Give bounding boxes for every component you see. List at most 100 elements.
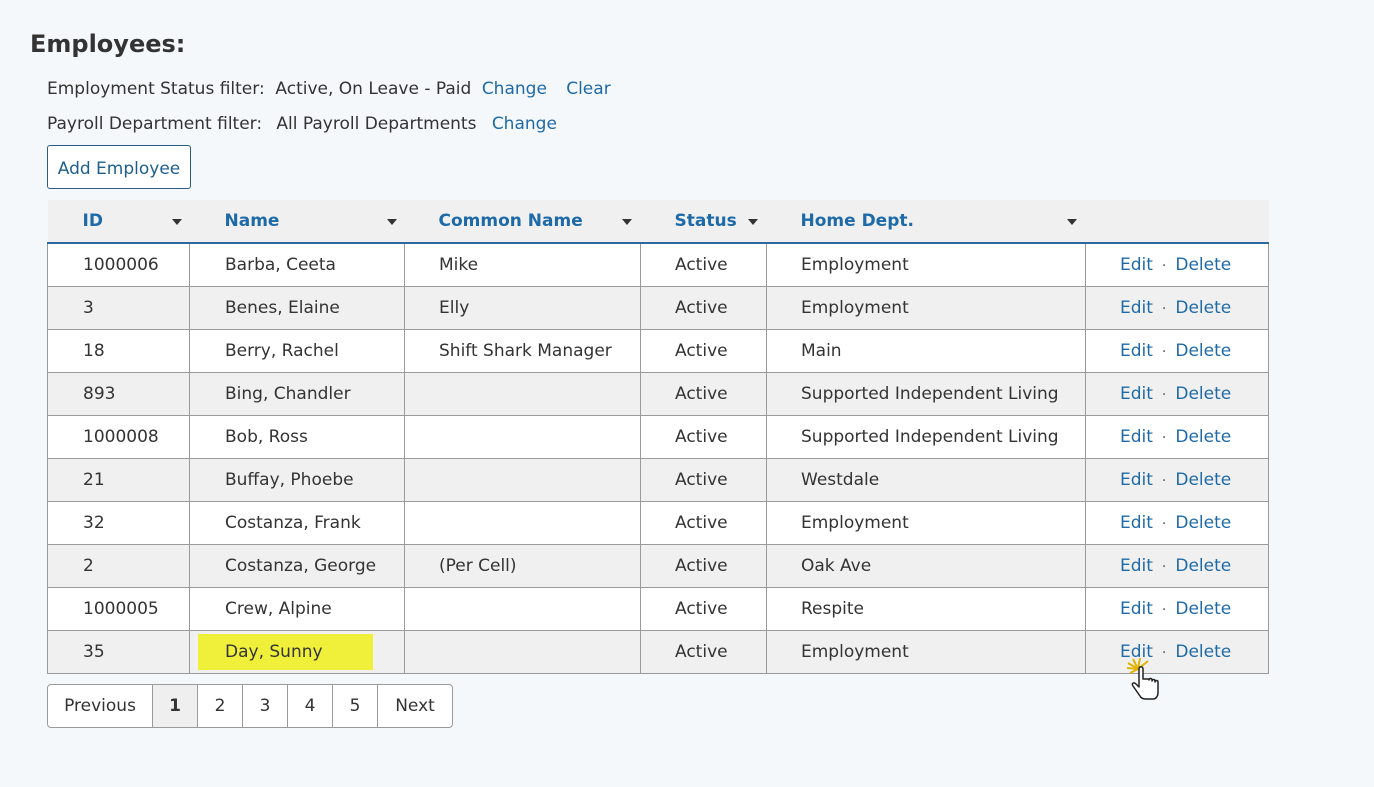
pager-previous-button[interactable]: Previous: [48, 685, 153, 727]
cell-home-dept: Employment: [766, 286, 1086, 330]
cell-common-name: Mike: [404, 242, 641, 287]
delete-link[interactable]: Delete: [1175, 599, 1231, 619]
sort-caret-icon[interactable]: [747, 219, 758, 225]
edit-link[interactable]: Edit: [1120, 255, 1153, 275]
cell-name: Benes, Elaine: [189, 286, 405, 330]
edit-link[interactable]: Edit: [1120, 599, 1153, 619]
pager-page-2[interactable]: 2: [198, 685, 243, 727]
cell-common-name: [404, 630, 641, 674]
dept-filter-change-link[interactable]: Change: [492, 114, 557, 134]
cell-actions: Edit · Delete: [1085, 630, 1269, 674]
cell-status: Active: [640, 630, 767, 674]
cell-id: 35: [47, 630, 190, 674]
cell-name: Berry, Rachel: [189, 329, 405, 373]
cell-status: Active: [640, 286, 767, 330]
status-filter-change-link[interactable]: Change: [482, 79, 561, 99]
cell-id: 18: [47, 329, 190, 373]
cell-common-name: [404, 372, 641, 416]
table-row: 35 Day, Sunny Active Employment Edit · Delete: [47, 630, 1269, 674]
cell-id: 893: [47, 372, 190, 416]
separator-dot: ·: [1161, 344, 1167, 360]
delete-link[interactable]: Delete: [1175, 513, 1231, 533]
employee-name: Barba, Ceeta: [225, 255, 336, 275]
cell-status: Active: [640, 544, 767, 588]
employee-name: Bing, Chandler: [225, 384, 351, 404]
cell-id: 1000008: [47, 415, 190, 459]
delete-link[interactable]: Delete: [1175, 341, 1231, 361]
cell-home-dept: Employment: [766, 242, 1086, 287]
sort-caret-icon[interactable]: [386, 219, 397, 225]
delete-link[interactable]: Delete: [1175, 255, 1231, 275]
cell-actions: Edit · Delete: [1085, 242, 1269, 287]
edit-link[interactable]: Edit: [1120, 470, 1153, 490]
pager-next-button[interactable]: Next: [378, 685, 452, 727]
table-row: 2 Costanza, George (Per Cell) Active Oak Ave…: [47, 544, 1269, 588]
employee-name: Costanza, Frank: [225, 513, 361, 533]
sort-caret-icon[interactable]: [1066, 219, 1077, 225]
employee-name: Crew, Alpine: [225, 599, 332, 619]
pager-page-3[interactable]: 3: [243, 685, 288, 727]
cell-actions: Edit · Delete: [1085, 329, 1269, 373]
employee-name: Costanza, George: [225, 556, 377, 576]
sort-caret-icon[interactable]: [621, 219, 632, 225]
cell-home-dept: Supported Independent Living: [766, 415, 1086, 459]
delete-link[interactable]: Delete: [1175, 298, 1231, 318]
column-header-name[interactable]: Name: [189, 200, 405, 244]
page-title: Employees:: [30, 30, 186, 58]
edit-link[interactable]: Edit: [1120, 556, 1153, 576]
cell-status: Active: [640, 329, 767, 373]
delete-link[interactable]: Delete: [1175, 427, 1231, 447]
employee-name: Berry, Rachel: [225, 341, 339, 361]
delete-link[interactable]: Delete: [1175, 470, 1231, 490]
edit-link[interactable]: Edit: [1120, 384, 1153, 404]
cell-home-dept: Oak Ave: [766, 544, 1086, 588]
separator-dot: ·: [1161, 559, 1167, 575]
column-header-status[interactable]: Status: [640, 200, 767, 244]
pagination: Previous 1 2 3 4 5 Next: [47, 684, 453, 728]
pager-page-1[interactable]: 1: [153, 685, 198, 727]
cell-id: 3: [47, 286, 190, 330]
cell-actions: Edit · Delete: [1085, 415, 1269, 459]
column-header-common-name[interactable]: Common Name: [404, 200, 641, 244]
cell-actions: Edit · Delete: [1085, 587, 1269, 631]
sort-caret-icon[interactable]: [171, 219, 182, 225]
cell-status: Active: [640, 242, 767, 287]
cell-id: 1000005: [47, 587, 190, 631]
cell-common-name: [404, 415, 641, 459]
edit-link[interactable]: Edit: [1120, 427, 1153, 447]
column-header-actions: [1085, 200, 1269, 244]
delete-link[interactable]: Delete: [1175, 384, 1231, 404]
edit-link[interactable]: Edit: [1120, 513, 1153, 533]
status-filter-row: Employment Status filter: Active, On Lea…: [47, 79, 611, 99]
cell-name: Bob, Ross: [189, 415, 405, 459]
delete-link[interactable]: Delete: [1175, 642, 1231, 662]
cell-id: 1000006: [47, 242, 190, 287]
table-row: 3 Benes, Elaine Elly Active Employment Edit · D…: [47, 286, 1269, 330]
cell-actions: Edit · Delete: [1085, 286, 1269, 330]
add-employee-button[interactable]: Add Employee: [47, 145, 191, 189]
employee-name: Day, Sunny: [198, 634, 373, 670]
pager-page-4[interactable]: 4: [288, 685, 333, 727]
cell-common-name: [404, 501, 641, 545]
delete-link[interactable]: Delete: [1175, 556, 1231, 576]
table-row: 21 Buffay, Phoebe Active Westdale Edit · Delet…: [47, 458, 1269, 502]
cell-name: Costanza, Frank: [189, 501, 405, 545]
cell-id: 21: [47, 458, 190, 502]
separator-dot: ·: [1161, 473, 1167, 489]
edit-link[interactable]: Edit: [1120, 298, 1153, 318]
edit-link[interactable]: Edit: [1120, 341, 1153, 361]
pager-page-5[interactable]: 5: [333, 685, 378, 727]
status-filter-clear-link[interactable]: Clear: [566, 79, 610, 99]
cell-actions: Edit · Delete: [1085, 501, 1269, 545]
table-header-row: ID Name Common Name Status Home Dept.: [47, 200, 1269, 244]
table-row: 893 Bing, Chandler Active Supported Indepen…: [47, 372, 1269, 416]
column-header-id[interactable]: ID: [47, 200, 190, 244]
cell-home-dept: Westdale: [766, 458, 1086, 502]
cell-actions: Edit · Delete: [1085, 458, 1269, 502]
table-row: 18 Berry, Rachel Shift Shark Manager Active…: [47, 329, 1269, 373]
separator-dot: ·: [1161, 516, 1167, 532]
separator-dot: ·: [1161, 602, 1167, 618]
column-header-home-dept[interactable]: Home Dept.: [766, 200, 1086, 244]
dept-filter-row: Payroll Department filter: All Payroll D…: [47, 114, 557, 134]
status-filter-label: Employment Status filter:: [47, 79, 265, 99]
